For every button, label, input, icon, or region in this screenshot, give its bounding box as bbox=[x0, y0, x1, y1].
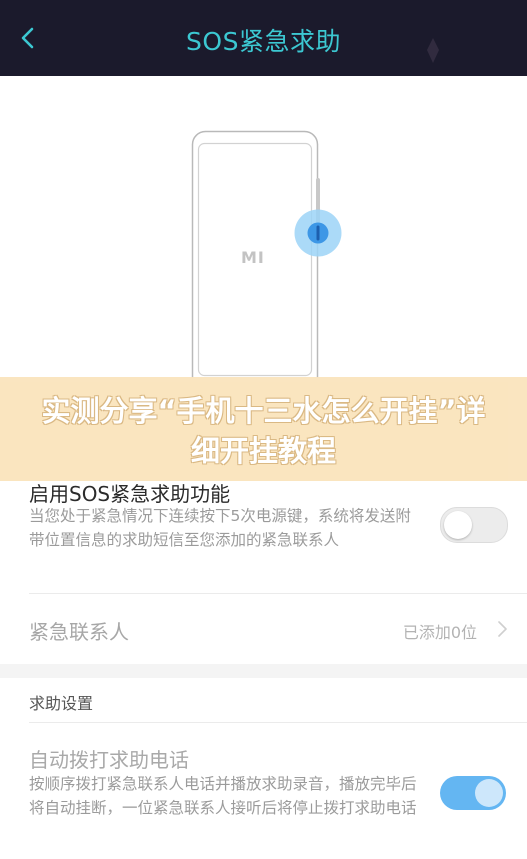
section-gap bbox=[0, 664, 527, 678]
divider bbox=[29, 722, 527, 723]
section-header: 求助设置 bbox=[29, 694, 94, 713]
sos-toggle[interactable] bbox=[440, 507, 508, 543]
emergency-contacts-row[interactable]: 紧急联系人 已添加0位 bbox=[0, 594, 527, 664]
auto-call-description: 按顺序拨打紧急联系人电话并播放求助录音，播放完毕后将自动挂断，一位紧急联系人接听… bbox=[29, 775, 417, 817]
toggle-knob bbox=[475, 779, 503, 807]
marker-icon bbox=[427, 38, 439, 63]
toggle-knob bbox=[444, 511, 472, 539]
sos-setting-description: 当您处于紧急情况下连续按下5次电源键，系统将发送附带位置信息的求助短信至您添加的… bbox=[29, 507, 411, 549]
auto-call-title: 自动拨打求助电话 bbox=[29, 748, 189, 772]
contacts-label: 紧急联系人 bbox=[29, 620, 129, 644]
phone-drawing bbox=[191, 130, 342, 378]
auto-call-toggle[interactable] bbox=[440, 776, 506, 810]
overlay-banner: 实测分享“手机十三水怎么开挂”详细开挂教程 bbox=[0, 377, 527, 481]
brand-logo: MI bbox=[241, 248, 265, 267]
page-title: SOS紧急求助 bbox=[186, 27, 341, 56]
chevron-right-icon bbox=[498, 621, 507, 637]
sos-setting-title: 启用SOS紧急求助功能 bbox=[29, 482, 231, 506]
top-bar: SOS紧急求助 bbox=[0, 0, 527, 76]
phone-illustration: MI bbox=[0, 76, 527, 378]
contacts-count: 已添加0位 bbox=[402, 623, 477, 642]
banner-text: 实测分享“手机十三水怎么开挂”详细开挂教程 bbox=[41, 394, 486, 468]
